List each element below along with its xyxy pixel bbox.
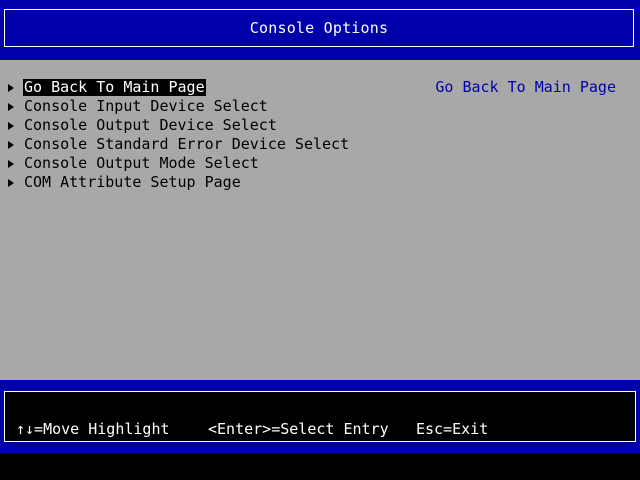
header-bar: Console Options xyxy=(0,0,640,60)
select-entry-hint: <Enter>=Select Entry xyxy=(208,420,389,438)
menu-item-label: COM Attribute Setup Page xyxy=(24,173,241,191)
main-panel: Go Back To Main Page Console Input Devic… xyxy=(0,60,640,380)
move-highlight-hint: ↑↓=Move Highlight xyxy=(16,420,170,438)
footer-bar xyxy=(0,380,640,453)
menu-item-console-output-mode-select[interactable]: Console Output Mode Select xyxy=(8,154,260,173)
menu-item-label: Console Standard Error Device Select xyxy=(24,135,350,153)
menu-item-console-input-device-select[interactable]: Console Input Device Select xyxy=(8,97,269,116)
right-triangle-icon xyxy=(8,102,14,111)
menu-item-label: Console Input Device Select xyxy=(24,97,268,115)
menu-item-go-back-to-main-page[interactable]: Go Back To Main Page xyxy=(8,78,206,97)
menu-item-com-attribute-setup-page[interactable]: COM Attribute Setup Page xyxy=(8,173,242,192)
exit-hint: Esc=Exit xyxy=(416,420,489,438)
bottom-margin xyxy=(0,453,640,480)
right-triangle-icon xyxy=(8,159,14,168)
header-frame: Console Options xyxy=(4,9,634,47)
help-text: Go Back To Main Page xyxy=(435,78,616,96)
menu-item-console-output-device-select[interactable]: Console Output Device Select xyxy=(8,116,278,135)
menu-item-label: Console Output Mode Select xyxy=(24,154,259,172)
menu-item-label: Console Output Device Select xyxy=(24,116,277,134)
menu-item-console-standard-error-device-select[interactable]: Console Standard Error Device Select xyxy=(8,135,350,154)
right-triangle-icon xyxy=(8,83,14,92)
right-triangle-icon xyxy=(8,178,14,187)
bios-screen: Console Options Go Back To Main Page Con… xyxy=(0,0,640,480)
right-triangle-icon xyxy=(8,121,14,130)
menu-item-label: Go Back To Main Page xyxy=(23,78,206,96)
page-title: Console Options xyxy=(249,19,389,37)
right-triangle-icon xyxy=(8,140,14,149)
